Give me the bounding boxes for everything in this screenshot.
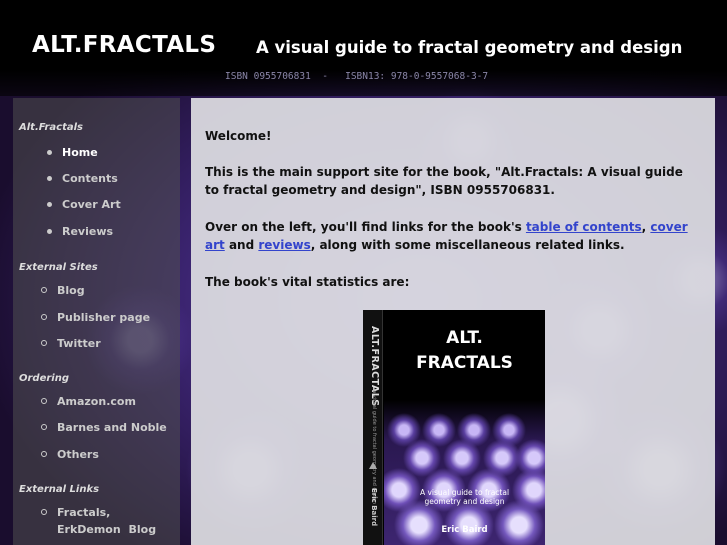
sidebar-item-home[interactable]: Home [47,144,98,161]
sidebar-item-others[interactable]: Others [41,446,99,463]
circle-bullet-icon [41,314,47,320]
sidebar-item-label: Amazon.com [57,395,136,408]
stats-intro: The book's vital statistics are: [205,275,410,289]
circle-bullet-icon [41,424,47,430]
links-paragraph-text: Over on the left, you'll find links for … [205,220,526,234]
sidebar-item-fractals-erkdemon-blog[interactable]: Fractals, ErkDemon Blog [41,504,176,538]
publisher-logo-icon [369,462,377,469]
sidebar-heading-alt-fractals: Alt.Fractals [19,122,83,133]
sidebar-item-label: Contents [62,172,118,185]
book-front-cover: ALT. FRACTALS A visual guide to fractal … [384,310,545,545]
book-spine: ALT.FRACTALS a visual guide to fractal g… [363,310,383,545]
bullet-icon [47,150,52,155]
sidebar-item-contents[interactable]: Contents [47,170,118,187]
site-title[interactable]: ALT.FRACTALS [32,32,216,58]
reviews-link[interactable]: reviews [258,238,310,252]
circle-bullet-icon [41,451,47,457]
sidebar-item-label: Blog [57,284,85,297]
sidebar-item-label: Others [57,448,99,461]
sidebar-heading-external-links: External Links [19,484,100,495]
cover-author: Eric Baird [441,525,488,535]
sidebar-item-label: Home [62,146,98,159]
sidebar-item-label: Cover Art [62,198,121,211]
sidebar-item-blog[interactable]: Blog [41,282,85,299]
sidebar-item-label: Publisher page [57,311,151,324]
sidebar-heading-external-sites: External Sites [19,262,98,273]
intro-paragraph: This is the main support site for the bo… [205,165,683,197]
sidebar-item-barnes-and-noble[interactable]: Barnes and Noble [41,419,167,436]
spine-author: Eric Baird [370,488,378,527]
sidebar-item-amazon[interactable]: Amazon.com [41,393,136,410]
bullet-icon [47,229,52,234]
spine-subtitle: a visual guide to fractal geometry and d… [371,390,377,505]
circle-bullet-icon [41,340,47,346]
links-paragraph-text: and [224,238,259,252]
bullet-icon [47,202,52,207]
circle-bullet-icon [41,398,47,404]
sidebar-item-label: Fractals, ErkDemon Blog [57,506,157,536]
sidebar-item-label: Twitter [57,337,101,350]
site-tagline: A visual guide to fractal geometry and d… [256,38,683,57]
isbn-line: ISBN 0955706831 - ISBN13: 978-0-9557068-… [225,71,489,82]
main-content: Welcome! This is the main support site f… [191,98,715,545]
sidebar-item-reviews[interactable]: Reviews [47,223,113,240]
circle-bullet-icon [41,509,47,515]
book-cover-image: ALT.FRACTALS a visual guide to fractal g… [363,310,545,545]
sidebar-item-twitter[interactable]: Twitter [41,335,101,352]
links-paragraph: Over on the left, you'll find links for … [205,218,695,254]
cover-title: ALT. FRACTALS [416,328,513,373]
sidebar-heading-ordering: Ordering [19,373,70,384]
circle-bullet-icon [41,287,47,293]
table-of-contents-link[interactable]: table of contents [526,220,642,234]
sidebar-item-label: Reviews [62,225,114,238]
welcome-text: Welcome! [205,129,272,143]
sidebar-item-cover-art[interactable]: Cover Art [47,196,121,213]
sidebar: Alt.Fractals Home Contents Cover Art Rev… [13,98,180,545]
sidebar-item-publisher-page[interactable]: Publisher page [41,309,150,326]
sidebar-item-label: Barnes and Noble [57,421,167,434]
links-paragraph-text: , along with some miscellaneous related … [310,238,625,252]
bullet-icon [47,176,52,181]
cover-subtitle: A visual guide to fractal geometry and d… [419,488,510,506]
